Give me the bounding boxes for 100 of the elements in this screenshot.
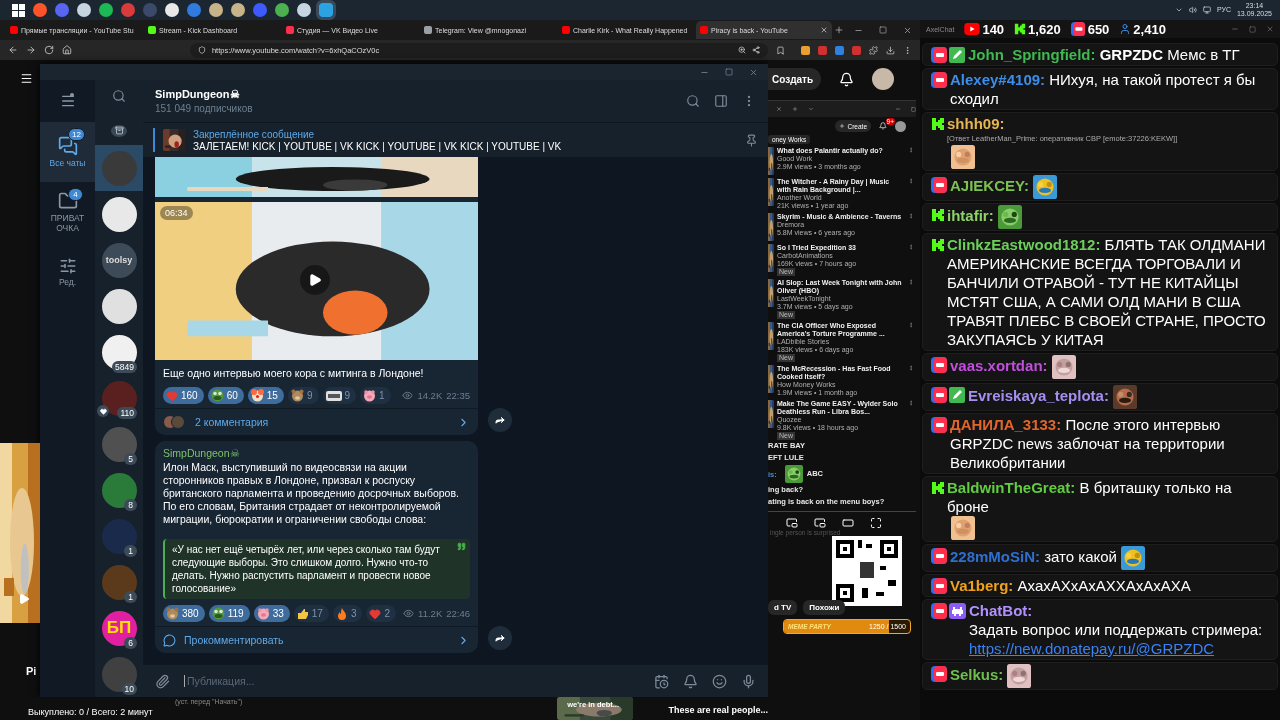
- chat-item[interactable]: 110: [95, 375, 143, 421]
- app-icon[interactable]: [77, 3, 91, 17]
- sidebar-icon[interactable]: [714, 94, 728, 108]
- chat-item[interactable]: 5849: [95, 329, 143, 375]
- reaction-button[interactable]: 9: [287, 387, 319, 404]
- more-icon[interactable]: [908, 400, 914, 406]
- chat-item[interactable]: БП 6: [95, 605, 143, 651]
- volume-icon[interactable]: [1188, 6, 1197, 14]
- close-icon[interactable]: [776, 106, 782, 112]
- reaction-button[interactable]: 15: [247, 387, 284, 404]
- attach-icon[interactable]: [155, 673, 170, 689]
- username: Selkus:: [950, 665, 1004, 683]
- emoji-icon[interactable]: [712, 673, 727, 689]
- kick-logo-icon: [931, 237, 945, 252]
- app-icon[interactable]: [209, 3, 223, 17]
- more-icon[interactable]: [908, 213, 914, 219]
- maximize-icon[interactable]: [911, 106, 916, 112]
- chat-item[interactable]: 8: [95, 467, 143, 513]
- chat-item[interactable]: 10: [95, 651, 143, 697]
- avatar: [101, 656, 137, 692]
- download-icon[interactable]: [886, 45, 895, 55]
- more-icon[interactable]: [908, 147, 914, 153]
- more-icon[interactable]: [908, 322, 914, 328]
- chat-item[interactable]: 5: [95, 421, 143, 467]
- theater-icon[interactable]: [842, 517, 854, 529]
- bell-icon[interactable]: [879, 122, 887, 130]
- chat-item[interactable]: 1: [95, 559, 143, 605]
- create-button[interactable]: Создать: [768, 68, 822, 90]
- reload-icon[interactable]: [43, 45, 54, 55]
- bookmark-icon[interactable]: [776, 45, 786, 55]
- unread-badge: 5849: [112, 361, 137, 373]
- post-text: Еще одно интервью моего кора с митинга в Лондоне!: [162, 366, 425, 381]
- reaction-button[interactable]: 160: [163, 387, 204, 404]
- new-tab-icon[interactable]: [834, 25, 844, 35]
- reaction-button[interactable]: 1: [360, 387, 391, 404]
- search-icon[interactable]: [686, 94, 700, 108]
- comments-link[interactable]: Прокомментировать: [184, 634, 449, 646]
- share-button[interactable]: [488, 626, 512, 650]
- close-icon[interactable]: [1266, 25, 1274, 33]
- menu-icon[interactable]: [59, 93, 76, 109]
- app-icon[interactable]: [165, 3, 179, 17]
- emote-icon: [997, 205, 1022, 229]
- share-button[interactable]: [488, 408, 512, 432]
- reaction-button[interactable]: 33: [253, 605, 290, 622]
- reaction-button[interactable]: 9: [322, 387, 357, 404]
- archive-button[interactable]: [111, 124, 127, 137]
- folder-tab[interactable]: 4 ПРИВАТ ОЧКА: [40, 182, 95, 242]
- maximize-icon[interactable]: [879, 26, 887, 34]
- mic-icon[interactable]: [741, 673, 756, 689]
- home-icon[interactable]: [61, 45, 72, 55]
- play-button[interactable]: [300, 265, 330, 295]
- forward-icon[interactable]: [25, 45, 36, 55]
- chat-item[interactable]: 1: [95, 513, 143, 559]
- app-icon[interactable]: [275, 3, 289, 17]
- filter-chip[interactable]: Похожи: [803, 600, 846, 615]
- username: vaas.xortdan:: [950, 356, 1048, 374]
- donation-link[interactable]: https://new.donatepay.ru/@GRPZDC: [969, 640, 1215, 657]
- picture-in-picture-icon[interactable]: [814, 517, 826, 529]
- reaction-button[interactable]: 2: [366, 605, 396, 622]
- folder-tab[interactable]: Ред.: [40, 242, 95, 302]
- folder-tab[interactable]: 12 Все чаты: [40, 122, 95, 182]
- more-icon[interactable]: [908, 279, 914, 285]
- menu-icon[interactable]: [20, 72, 33, 85]
- emote-icon: [1051, 355, 1076, 379]
- comments-link[interactable]: 2 комментария: [195, 416, 449, 428]
- avatar: [101, 334, 137, 370]
- more-icon[interactable]: [908, 244, 914, 250]
- chevron-down-icon[interactable]: [1174, 6, 1183, 14]
- avatar[interactable]: [872, 68, 895, 90]
- close-icon[interactable]: [749, 67, 758, 77]
- app-icon[interactable]: [99, 3, 113, 17]
- app-icon[interactable]: [297, 3, 311, 17]
- chat-message: 228mMoSiN: зато какой: [950, 546, 1117, 566]
- app-icon[interactable]: [231, 3, 245, 17]
- filter-chip[interactable]: d TV: [768, 600, 798, 615]
- close-icon[interactable]: [903, 25, 912, 35]
- reaction-button[interactable]: 3: [332, 605, 363, 622]
- new-tab-icon[interactable]: [792, 106, 798, 112]
- more-icon[interactable]: [908, 365, 914, 371]
- play-icon[interactable]: [18, 593, 30, 605]
- avatar[interactable]: [895, 120, 906, 132]
- extensions-icon[interactable]: [869, 45, 878, 55]
- miniplayer-icon[interactable]: [786, 517, 798, 529]
- more-icon[interactable]: [908, 178, 914, 184]
- calendar-icon[interactable]: [654, 673, 669, 689]
- search-icon[interactable]: [112, 89, 126, 104]
- pin-list-icon[interactable]: [745, 133, 758, 147]
- chat-item[interactable]: toolsy: [95, 237, 143, 283]
- reaction-button[interactable]: 60: [207, 387, 244, 404]
- bell-icon[interactable]: [839, 71, 855, 87]
- windows-icon[interactable]: [12, 3, 25, 17]
- reaction-button[interactable]: 119: [208, 605, 250, 622]
- fullscreen-icon[interactable]: [870, 517, 882, 529]
- back-icon[interactable]: [8, 45, 18, 55]
- favicon-icon: [148, 26, 156, 34]
- reaction-button[interactable]: 380: [163, 605, 205, 622]
- zoom-icon[interactable]: [738, 46, 747, 54]
- message-input[interactable]: Публикация...: [184, 675, 640, 687]
- reaction-button[interactable]: 17: [293, 605, 329, 622]
- share-icon[interactable]: [752, 46, 761, 54]
